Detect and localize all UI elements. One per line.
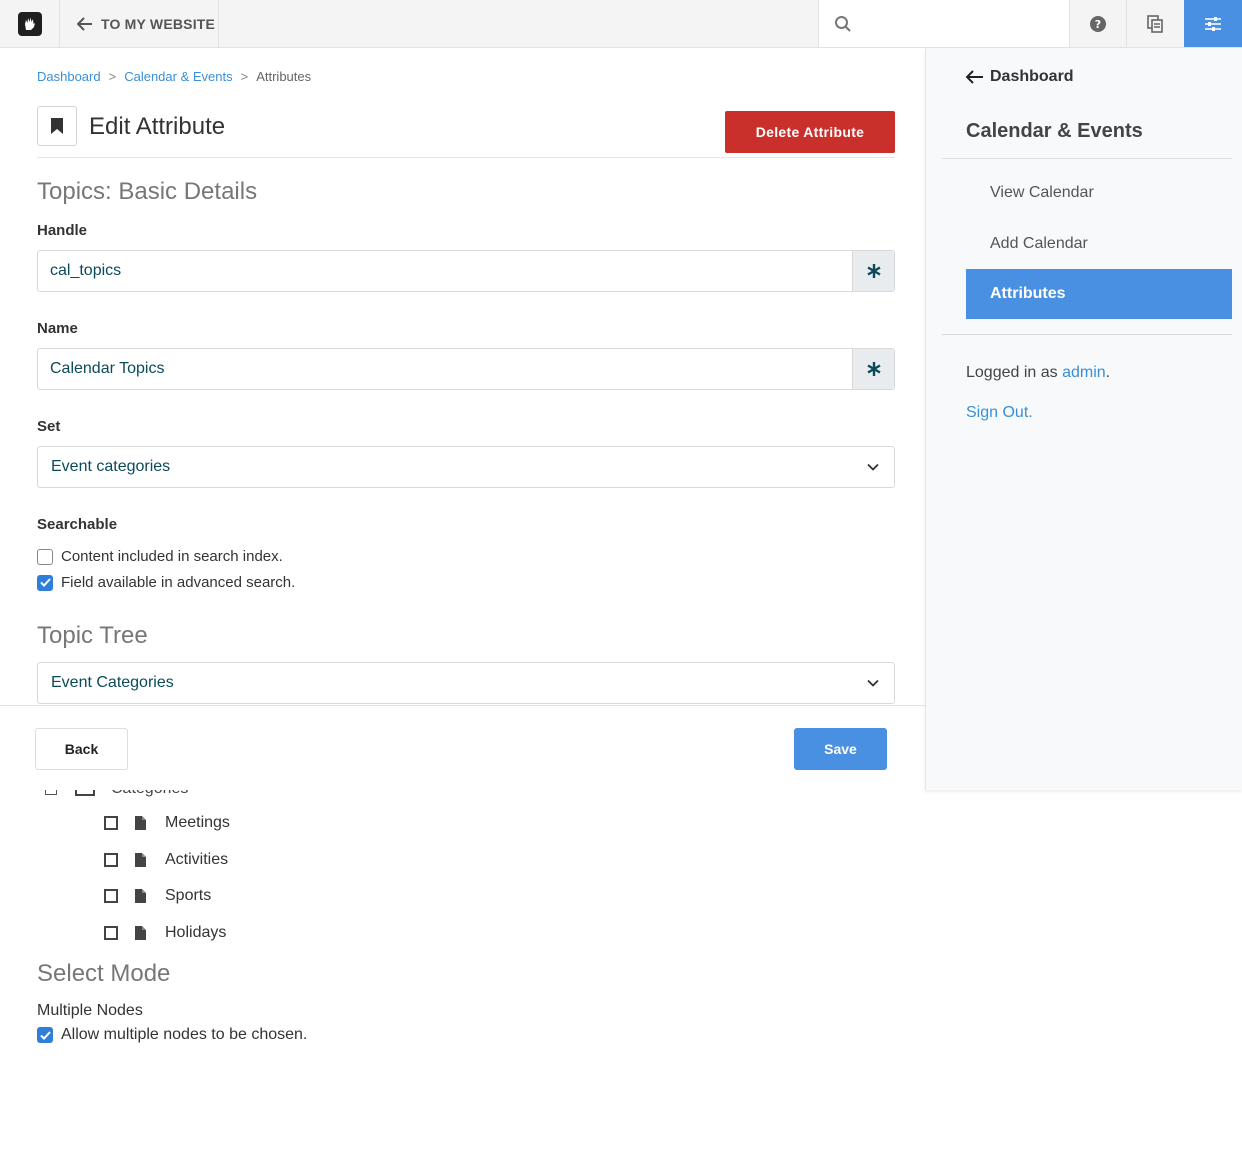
tree-item-checkbox[interactable] bbox=[104, 889, 118, 903]
tree-item-label: Holidays bbox=[165, 924, 227, 941]
question-icon: ? bbox=[1090, 15, 1106, 32]
sidebar-item-add-calendar[interactable]: Add Calendar bbox=[966, 219, 1232, 269]
tree-root[interactable]: Categories bbox=[37, 790, 188, 798]
title-divider bbox=[37, 157, 895, 158]
document-icon bbox=[135, 853, 146, 867]
sidebar-dashboard-label: Dashboard bbox=[990, 68, 1074, 85]
required-addon bbox=[852, 349, 894, 389]
bookmark-icon bbox=[51, 118, 63, 134]
breadcrumb-separator: > bbox=[240, 69, 249, 84]
tree-item[interactable]: Sports bbox=[104, 887, 211, 905]
tree-root-row: Categories bbox=[37, 790, 337, 798]
breadcrumb-calendar-events[interactable]: Calendar & Events bbox=[124, 69, 232, 84]
name-value: Calendar Topics bbox=[50, 360, 165, 377]
topic-tree-select[interactable]: Event Categories bbox=[37, 662, 895, 704]
user-link[interactable]: admin bbox=[1062, 364, 1106, 381]
dashboard-settings-button[interactable] bbox=[1184, 0, 1242, 47]
searchable-label: Searchable bbox=[37, 516, 118, 533]
to-my-website-link[interactable]: TO MY WEBSITE bbox=[60, 0, 219, 47]
search-index-label: Content included in search index. bbox=[61, 548, 283, 565]
logged-in-text: Logged in as admin. bbox=[966, 364, 1110, 382]
tree-item[interactable]: Activities bbox=[104, 851, 228, 869]
tree-item-label: Meetings bbox=[165, 814, 230, 831]
tree-item[interactable]: Meetings bbox=[104, 814, 230, 832]
tree-item-label: Sports bbox=[165, 887, 212, 904]
chevron-down-icon bbox=[867, 679, 879, 687]
name-field[interactable]: Calendar Topics bbox=[37, 348, 895, 390]
breadcrumb: Dashboard > Calendar & Events > Attributes bbox=[37, 69, 311, 84]
arrow-left-icon bbox=[77, 16, 92, 31]
dashboard-sidebar: Dashboard Calendar & Events View Calenda… bbox=[925, 48, 1242, 790]
search-index-option[interactable]: Content included in search index. bbox=[37, 548, 283, 565]
checkmark-icon bbox=[39, 1030, 51, 1040]
breadcrumb-separator: > bbox=[108, 69, 117, 84]
document-icon bbox=[135, 889, 146, 903]
handle-value: cal_topics bbox=[50, 262, 122, 279]
topic-tree-heading: Topic Tree bbox=[37, 622, 148, 649]
back-button[interactable]: Back bbox=[35, 728, 128, 770]
sign-out-link[interactable]: Sign Out. bbox=[966, 404, 1033, 422]
sitemap-button[interactable] bbox=[1126, 0, 1183, 47]
handle-field[interactable]: cal_topics bbox=[37, 250, 895, 292]
allow-multiple-label: Allow multiple nodes to be chosen. bbox=[61, 1026, 308, 1043]
chevron-down-icon bbox=[867, 463, 879, 471]
folder-icon bbox=[75, 790, 95, 796]
allow-multiple-checkbox[interactable] bbox=[37, 1027, 53, 1043]
search-index-checkbox[interactable] bbox=[37, 548, 53, 565]
page-title: Edit Attribute bbox=[89, 113, 226, 140]
svg-text:?: ? bbox=[1095, 18, 1101, 31]
sliders-icon bbox=[1205, 16, 1221, 31]
collapse-toggle-icon[interactable] bbox=[45, 790, 57, 795]
document-icon bbox=[135, 926, 146, 940]
to-my-website-label: TO MY WEBSITE bbox=[101, 15, 216, 32]
required-addon bbox=[852, 251, 894, 291]
tree-item-checkbox[interactable] bbox=[104, 926, 118, 940]
save-button[interactable]: Save bbox=[794, 728, 887, 770]
tree-item[interactable]: Holidays bbox=[104, 924, 226, 942]
top-toolbar: TO MY WEBSITE ? bbox=[0, 0, 1242, 48]
basic-details-heading: Topics: Basic Details bbox=[37, 178, 258, 205]
sidebar-section-title[interactable]: Calendar & Events bbox=[966, 120, 1143, 143]
logged-in-prefix: Logged in as bbox=[966, 364, 1058, 381]
logged-in-suffix: . bbox=[1105, 364, 1111, 381]
tree-item-checkbox[interactable] bbox=[104, 816, 118, 830]
asterisk-icon bbox=[866, 362, 881, 376]
asterisk-icon bbox=[866, 264, 881, 278]
multiple-nodes-label: Multiple Nodes bbox=[37, 1002, 143, 1019]
document-icon bbox=[135, 816, 146, 830]
help-button[interactable]: ? bbox=[1069, 0, 1126, 47]
arrow-left-icon bbox=[966, 70, 983, 84]
advanced-search-option[interactable]: Field available in advanced search. bbox=[37, 574, 295, 591]
sidebar-item-attributes[interactable]: Attributes bbox=[966, 269, 1232, 319]
handle-label: Handle bbox=[37, 222, 88, 239]
breadcrumb-current: Attributes bbox=[256, 69, 312, 84]
search-input[interactable] bbox=[818, 0, 1069, 47]
pages-icon bbox=[1147, 14, 1163, 33]
form-footer: Back Save bbox=[0, 705, 925, 790]
select-mode-heading: Select Mode bbox=[37, 960, 171, 987]
tree-root-label: Categories bbox=[111, 790, 188, 798]
set-label: Set bbox=[37, 418, 61, 435]
set-select[interactable]: Event categories bbox=[37, 446, 895, 488]
sidebar-dashboard-link[interactable]: Dashboard bbox=[966, 68, 1074, 86]
advanced-search-checkbox[interactable] bbox=[37, 574, 53, 591]
concrete-logo[interactable] bbox=[0, 0, 60, 47]
set-value: Event categories bbox=[51, 458, 171, 475]
search-icon bbox=[835, 15, 851, 32]
sidebar-divider bbox=[942, 334, 1232, 335]
name-label: Name bbox=[37, 320, 78, 337]
tree-item-label: Activities bbox=[165, 851, 229, 868]
hand-logo-icon bbox=[17, 11, 42, 36]
sidebar-divider bbox=[942, 158, 1232, 159]
delete-attribute-button[interactable]: Delete Attribute bbox=[725, 111, 895, 153]
page-icon-box bbox=[37, 106, 77, 146]
breadcrumb-dashboard[interactable]: Dashboard bbox=[37, 69, 101, 84]
allow-multiple-option[interactable]: Allow multiple nodes to be chosen. bbox=[37, 1026, 307, 1044]
sidebar-item-view-calendar[interactable]: View Calendar bbox=[966, 168, 1232, 218]
tree-item-checkbox[interactable] bbox=[104, 853, 118, 867]
checkmark-icon bbox=[39, 578, 51, 587]
topic-tree-value: Event Categories bbox=[51, 674, 174, 691]
advanced-search-label: Field available in advanced search. bbox=[61, 574, 296, 591]
